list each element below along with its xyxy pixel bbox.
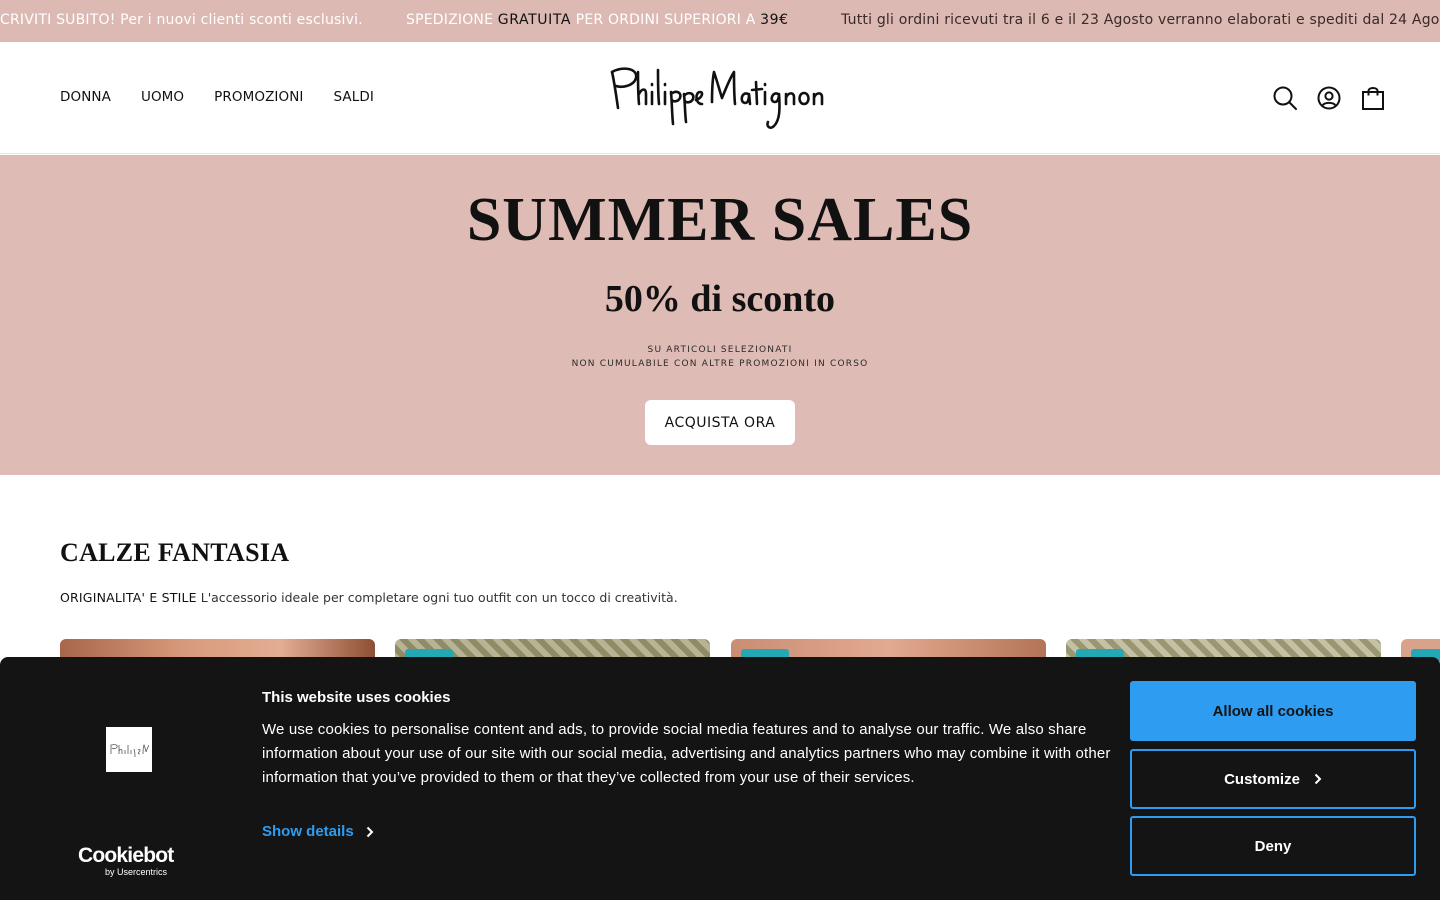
account-icon[interactable] [1316, 85, 1342, 111]
hero-note: SU ARTICOLI SELEZIONATI NON CUMULABILE C… [0, 343, 1440, 371]
section-title: CALZE FANTASIA [60, 538, 290, 567]
cookie-banner: Cookiebot by Usercentrics This website u… [0, 657, 1440, 900]
nav-item-uomo[interactable]: UOMO [141, 89, 184, 105]
show-details-link[interactable]: Show details [262, 823, 374, 840]
cookie-banner-site-logo [106, 727, 152, 772]
shipping-text-bold: GRATUITA [497, 12, 572, 28]
header-actions [1272, 85, 1386, 111]
section-description: ORIGINALITA' E STILE L'accessorio ideale… [60, 590, 678, 605]
shipping-text-post: PER ORDINI SUPERIORI A [571, 12, 761, 28]
hero-note-line: SU ARTICOLI SELEZIONATI [647, 345, 793, 355]
logo-signature [610, 67, 824, 129]
chevron-right-icon [366, 826, 374, 837]
announcement-promo[interactable]: CRIVITI SUBITO! Per i nuovi clienti scon… [0, 12, 363, 28]
nav-item-donna[interactable]: DONNA [60, 89, 111, 105]
cookie-text: We use cookies to personalise content an… [262, 721, 1111, 786]
section-description-text: L'accessorio ideale per completare ogni … [196, 590, 678, 605]
shop-now-button[interactable]: ACQUISTA ORA [645, 400, 795, 445]
bag-icon[interactable] [1360, 85, 1386, 111]
brand-logo[interactable] [608, 64, 832, 134]
allow-all-cookies-button[interactable]: Allow all cookies [1130, 681, 1416, 741]
chevron-right-icon [1314, 773, 1322, 785]
hero-note-line: NON CUMULABILE CON ALTRE PROMOZIONI IN C… [571, 359, 869, 369]
announcement-shipping: SPEDIZIONE GRATUITA PER ORDINI SUPERIORI… [406, 12, 789, 28]
shipping-text-pre: SPEDIZIONE [406, 12, 498, 28]
customize-button[interactable]: Customize [1130, 749, 1416, 809]
customize-label: Customize [1224, 770, 1300, 788]
cookiebot-name: Cookiebot [78, 844, 174, 867]
deny-button[interactable]: Deny [1130, 816, 1416, 876]
hero-subtitle: 50% di sconto [604, 278, 836, 320]
site-header: DONNA UOMO PROMOZIONI SALDI [0, 42, 1440, 154]
main-nav: DONNA UOMO PROMOZIONI SALDI [60, 89, 374, 105]
hero-banner: SUMMER SALES 50% di sconto SU ARTICOLI S… [0, 155, 1440, 475]
nav-item-saldi[interactable]: SALDI [334, 89, 374, 105]
cookie-title: This website uses cookies [262, 689, 451, 706]
shipping-amount: 39€ [760, 12, 789, 28]
section-description-strong: ORIGINALITA' E STILE [60, 590, 197, 605]
mini-logo-signature [110, 743, 149, 757]
announcement-notice: Tutti gli ordini ricevuti tra il 6 e il … [841, 12, 1440, 28]
search-icon[interactable] [1272, 85, 1298, 111]
cookiebot-sub: by Usercentrics [105, 867, 168, 877]
nav-item-promozioni[interactable]: PROMOZIONI [214, 89, 303, 105]
hero-title: SUMMER SALES [466, 186, 974, 254]
announcement-bar: CRIVITI SUBITO! Per i nuovi clienti scon… [0, 0, 1440, 42]
cookiebot-logo[interactable]: Cookiebot by Usercentrics [78, 844, 174, 878]
show-details-label: Show details [262, 823, 354, 840]
